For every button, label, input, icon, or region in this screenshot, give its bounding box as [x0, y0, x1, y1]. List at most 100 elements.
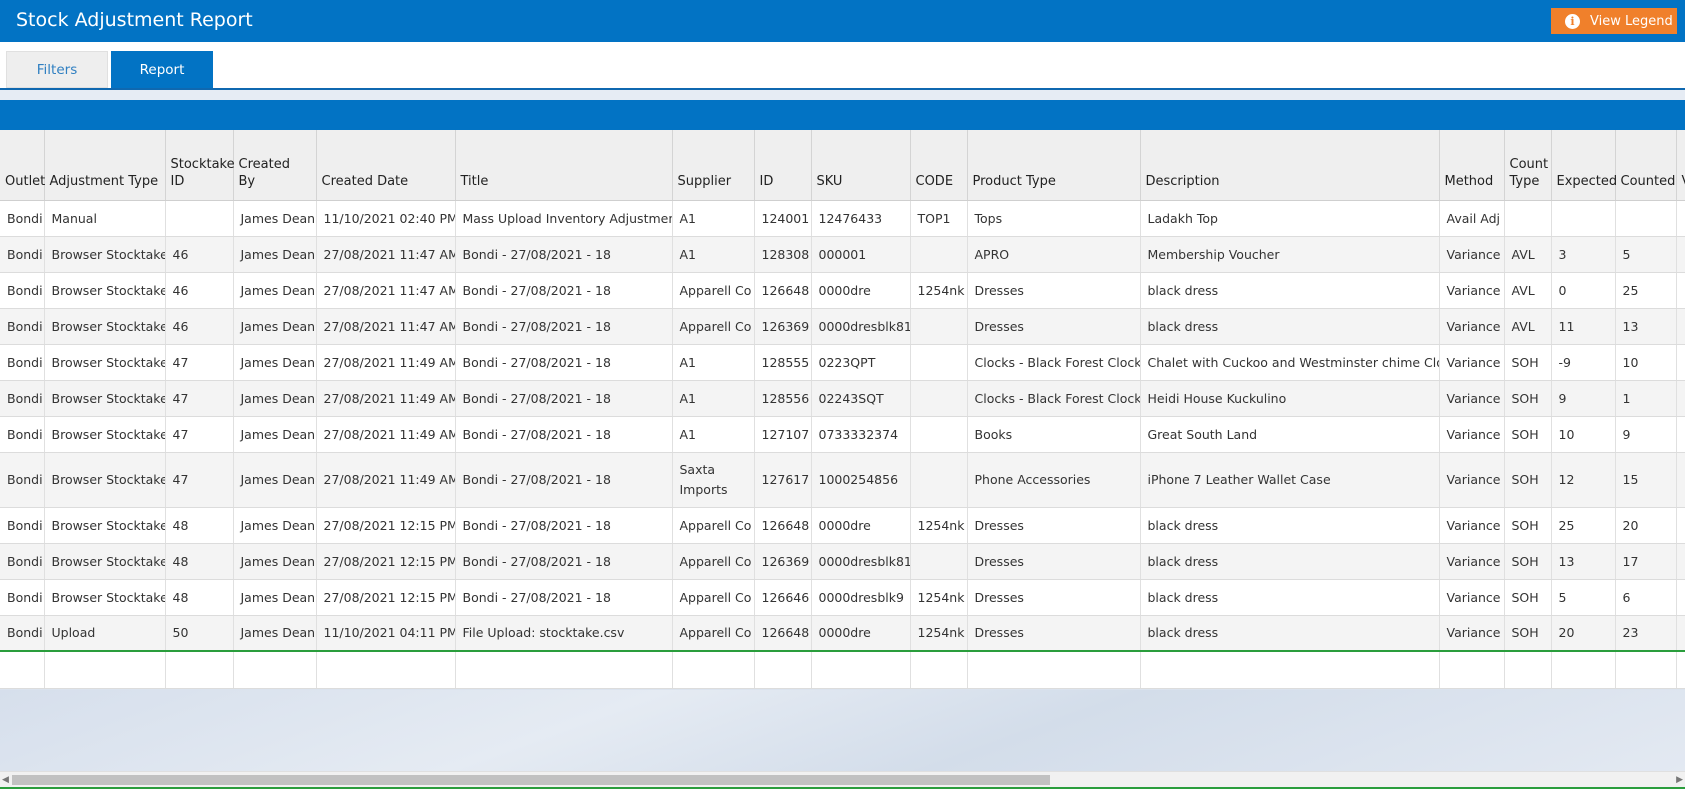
table-cell: 1254nk — [910, 579, 968, 616]
table-row[interactable]: Bondi Browser Stocktake 48 James Dean 27/08/… — [0, 579, 1685, 616]
tab-report[interactable]: Report — [111, 51, 213, 88]
table-cell: 47 — [165, 380, 234, 417]
table-cell: A1 — [672, 416, 755, 453]
table-cell: Tops — [967, 200, 1141, 237]
table-cell: 27/08/2021 11:47 AM — [316, 272, 456, 309]
table-cell: 5 — [1615, 236, 1677, 273]
column-header[interactable]: Product Type — [967, 130, 1141, 201]
scroll-right-icon[interactable]: ▶ — [1676, 775, 1683, 785]
scroll-thumb[interactable] — [12, 775, 1050, 785]
table-cell: black dress — [1140, 615, 1440, 652]
table-cell: Bondi — [0, 452, 45, 508]
footer-cell — [754, 650, 812, 689]
table-cell: Browser Stocktake — [44, 344, 166, 381]
footer-cell — [1439, 650, 1505, 689]
table-cell: File Upload: stocktake.csv — [455, 615, 673, 652]
footer-cell — [233, 650, 317, 689]
table-cell: Variance — [1439, 272, 1505, 309]
table-cell: 13 — [1615, 308, 1677, 345]
table-cell: 9 — [1551, 380, 1616, 417]
column-header[interactable]: Counted — [1615, 130, 1677, 201]
column-header[interactable]: Method — [1439, 130, 1505, 201]
table-cell: SOH — [1504, 416, 1552, 453]
view-legend-button[interactable]: i View Legend — [1551, 8, 1677, 34]
footer-cell — [1504, 650, 1552, 689]
scroll-left-icon[interactable]: ◀ — [2, 775, 9, 785]
table-row[interactable]: Bondi Browser Stocktake 47 James Dean 27/08/… — [0, 344, 1685, 381]
table-row[interactable]: Bondi Browser Stocktake 47 James Dean 27/08/… — [0, 380, 1685, 417]
horizontal-scrollbar[interactable]: ◀ ▶ — [0, 771, 1685, 787]
table-cell: Bondi — [0, 344, 45, 381]
column-header[interactable]: Created Date — [316, 130, 456, 201]
table-cell: Dresses — [967, 615, 1141, 652]
table-cell: Phone Accessories — [967, 452, 1141, 508]
table-cell: Dresses — [967, 543, 1141, 580]
table-cell: 46 — [165, 272, 234, 309]
table-row[interactable]: Bondi Browser Stocktake 48 James Dean 27/08/… — [0, 543, 1685, 580]
table-cell: Browser Stocktake — [44, 579, 166, 616]
table-cell: Browser Stocktake — [44, 543, 166, 580]
table-cell: SOH — [1504, 507, 1552, 544]
table-cell: Bondi - 27/08/2021 - 18 — [455, 308, 673, 345]
table-row[interactable]: Bondi Browser Stocktake 47 James Dean 27/08/… — [0, 452, 1685, 508]
column-header[interactable]: V — [1676, 130, 1685, 201]
table-cell — [910, 236, 968, 273]
table-cell — [165, 200, 234, 237]
table-row[interactable]: Bondi Browser Stocktake 46 James Dean 27/08/… — [0, 272, 1685, 309]
table-cell — [1676, 272, 1685, 309]
table-cell: James Dean — [233, 579, 317, 616]
column-header[interactable]: CODE — [910, 130, 968, 201]
table-cell: Manual — [44, 200, 166, 237]
table-row[interactable]: Bondi Browser Stocktake 46 James Dean 27/08/… — [0, 308, 1685, 345]
column-header[interactable]: Outlet — [0, 130, 45, 201]
column-header[interactable]: ID — [754, 130, 812, 201]
table-row[interactable]: Bondi Browser Stocktake 47 James Dean 27/08/… — [0, 416, 1685, 453]
table-cell: Bondi - 27/08/2021 - 18 — [455, 236, 673, 273]
column-header[interactable]: Title — [455, 130, 673, 201]
table-cell: 11/10/2021 02:40 PM — [316, 200, 456, 237]
table-cell: 9 — [1615, 416, 1677, 453]
footer-cell — [44, 650, 166, 689]
table-cell: Browser Stocktake — [44, 380, 166, 417]
table-cell: Chalet with Cuckoo and Westminster chime… — [1140, 344, 1440, 381]
table-cell: Bondi — [0, 200, 45, 237]
table-cell: James Dean — [233, 452, 317, 508]
table-cell: SOH — [1504, 452, 1552, 508]
column-header[interactable]: Created By — [233, 130, 317, 201]
table-cell — [1551, 200, 1616, 237]
page-title: Stock Adjustment Report — [16, 9, 253, 31]
footer-cell — [811, 650, 911, 689]
table-cell: 46 — [165, 308, 234, 345]
table-cell: 6 — [1615, 579, 1677, 616]
table-row[interactable]: Bondi Manual James Dean 11/10/2021 02:40 PM… — [0, 200, 1685, 237]
column-header[interactable]: Count Type — [1504, 130, 1552, 201]
column-header[interactable]: Stocktake ID — [165, 130, 235, 201]
table-cell: 0000dresblk81 — [811, 308, 911, 345]
table-cell: black dress — [1140, 579, 1440, 616]
table-cell: black dress — [1140, 543, 1440, 580]
column-header[interactable]: Adjustment Type — [44, 130, 166, 201]
table-cell: 46 — [165, 236, 234, 273]
footer-cell — [672, 650, 755, 689]
column-header[interactable]: Supplier — [672, 130, 755, 201]
table-cell: 0000dresblk9 — [811, 579, 911, 616]
table-cell: Saxta Imports — [672, 452, 755, 508]
table-cell: 48 — [165, 507, 234, 544]
table-row[interactable]: Bondi Browser Stocktake 46 James Dean 27/08/… — [0, 236, 1685, 273]
tab-filters[interactable]: Filters — [6, 51, 108, 88]
table-cell: 127107 — [754, 416, 812, 453]
column-header[interactable]: Description — [1140, 130, 1440, 201]
table-cell: Apparell Co — [672, 272, 755, 309]
tab-strip: Filters Report — [0, 42, 1685, 90]
column-header[interactable]: Expected — [1551, 130, 1617, 201]
table-row[interactable]: Bondi Browser Stocktake 48 James Dean 27/08/… — [0, 507, 1685, 544]
table-cell: Avail Adj — [1439, 200, 1505, 237]
table-cell: 20 — [1615, 507, 1677, 544]
table-cell — [1676, 200, 1685, 237]
table-cell: Bondi - 27/08/2021 - 18 — [455, 543, 673, 580]
column-header[interactable]: SKU — [811, 130, 911, 201]
table-cell: SOH — [1504, 344, 1552, 381]
table-cell: 126648 — [754, 272, 812, 309]
table-row[interactable]: Bondi Upload 50 James Dean 11/10/2021 04:11 … — [0, 615, 1685, 652]
table-cell: Variance — [1439, 615, 1505, 652]
